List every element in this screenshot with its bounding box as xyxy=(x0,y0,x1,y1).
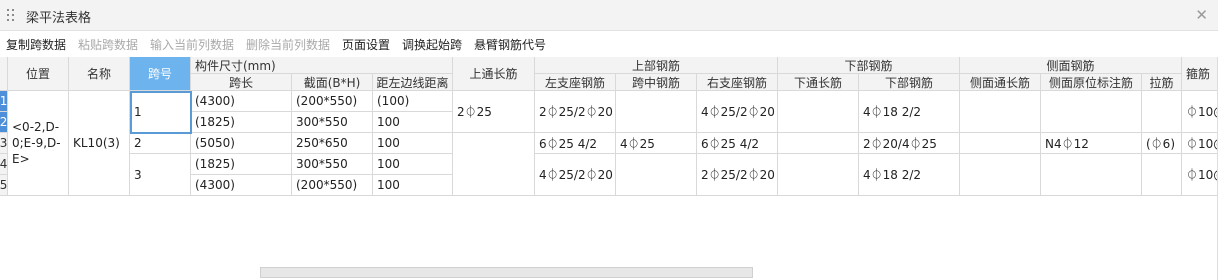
distance-cell[interactable]: 100 xyxy=(373,175,453,196)
toolbar: 复制跨数据 粘贴跨数据 输入当前列数据 删除当前列数据 页面设置 调换起始跨 悬… xyxy=(0,31,1218,57)
beam-position-cell[interactable]: <0-2,D-0;E-9,D-E> xyxy=(8,91,69,196)
side-original-cell[interactable] xyxy=(1041,91,1142,133)
tie-bar-cell[interactable] xyxy=(1142,154,1182,196)
copy-span-data-button[interactable]: 复制跨数据 xyxy=(6,36,66,53)
header-bottom-group: 下部钢筋 xyxy=(778,57,960,74)
header-span-length[interactable]: 跨长 xyxy=(191,74,292,91)
side-through-cell[interactable] xyxy=(960,133,1041,154)
span-length-cell[interactable]: (4300) xyxy=(191,175,292,196)
distance-cell[interactable]: 100 xyxy=(373,154,453,175)
row-number[interactable]: 3 xyxy=(0,133,8,154)
header-section[interactable]: 截面(B*H) xyxy=(292,74,373,91)
drag-grip-icon[interactable] xyxy=(7,9,15,22)
header-dim-group: 构件尺寸(mm) xyxy=(191,57,453,74)
header-side-original[interactable]: 侧面原位标注筋 xyxy=(1041,74,1142,91)
bottom-bar-cell[interactable]: 4⏀18 2/2 xyxy=(859,154,960,196)
section-cell[interactable]: (200*550) xyxy=(292,175,373,196)
header-top-group: 上部钢筋 xyxy=(535,57,778,74)
side-through-cell[interactable] xyxy=(960,154,1041,196)
right-support-cell[interactable]: 6⏀25 4/2 xyxy=(697,133,778,154)
title-bar: 梁平法表格 ✕ xyxy=(0,0,1218,31)
header-right-support[interactable]: 右支座钢筋 xyxy=(697,74,778,91)
stirrup-cell[interactable]: ⏀10@ xyxy=(1182,154,1218,196)
span-length-cell[interactable]: (1825) xyxy=(191,112,292,133)
header-stirrup[interactable]: 箍筋 xyxy=(1182,57,1218,91)
row-number[interactable]: 2 xyxy=(0,112,8,133)
top-through-cell[interactable]: 2⏀25 xyxy=(453,91,535,133)
side-original-cell[interactable] xyxy=(1041,154,1142,196)
bottom-through-cell[interactable] xyxy=(778,133,859,154)
tie-bar-cell[interactable] xyxy=(1142,91,1182,133)
header-bottom-through[interactable]: 下通长筋 xyxy=(778,74,859,91)
left-support-cell[interactable]: 2⏀25/2⏀20 xyxy=(535,91,616,133)
mid-span-cell[interactable]: 4⏀25 xyxy=(616,133,697,154)
span-no-cell[interactable]: 2 xyxy=(130,133,191,154)
header-name[interactable]: 名称 xyxy=(69,57,130,91)
stirrup-cell[interactable]: ⏀10@ xyxy=(1182,133,1218,154)
header-position[interactable]: 位置 xyxy=(8,57,69,91)
window-title: 梁平法表格 xyxy=(26,11,92,26)
beam-name-cell[interactable]: KL10(3) xyxy=(69,91,130,196)
row-number[interactable]: 1 xyxy=(0,91,8,112)
header-bottom-bar[interactable]: 下部钢筋 xyxy=(859,74,960,91)
header-mid-span[interactable]: 跨中钢筋 xyxy=(616,74,697,91)
header-tie-bar[interactable]: 拉筋 xyxy=(1142,74,1182,91)
paste-span-data-button[interactable]: 粘贴跨数据 xyxy=(78,36,138,53)
span-length-cell[interactable]: (5050) xyxy=(191,133,292,154)
horizontal-scrollbar[interactable] xyxy=(260,267,753,278)
section-cell[interactable]: 250*650 xyxy=(292,133,373,154)
input-column-data-button[interactable]: 输入当前列数据 xyxy=(150,36,234,53)
bottom-bar-cell[interactable]: 2⏀20/4⏀25 xyxy=(859,133,960,154)
mid-span-cell[interactable] xyxy=(616,154,697,196)
section-cell[interactable]: (200*550) xyxy=(292,91,373,112)
corner-cell xyxy=(0,57,8,91)
bottom-bar-cell[interactable]: 4⏀18 2/2 xyxy=(859,91,960,133)
mid-span-cell[interactable] xyxy=(616,91,697,133)
section-cell[interactable]: 300*550 xyxy=(292,112,373,133)
bottom-through-cell[interactable] xyxy=(778,91,859,133)
top-through-cell[interactable] xyxy=(453,133,535,196)
swap-start-span-button[interactable]: 调换起始跨 xyxy=(402,36,462,53)
header-span-no[interactable]: 跨号 xyxy=(130,57,191,91)
close-icon[interactable]: ✕ xyxy=(1195,6,1208,24)
header-top-through[interactable]: 上通长筋 xyxy=(453,57,535,91)
tie-bar-cell[interactable]: (⏀6) xyxy=(1142,133,1182,154)
distance-cell[interactable]: 100 xyxy=(373,112,453,133)
left-support-cell[interactable]: 4⏀25/2⏀20 xyxy=(535,154,616,196)
beam-table: 位置 名称 跨号 构件尺寸(mm) 跨长 截面(B*H) 距左边线距离 上通长筋… xyxy=(0,57,1218,197)
page-setup-button[interactable]: 页面设置 xyxy=(342,36,390,53)
distance-cell[interactable]: 100 xyxy=(373,133,453,154)
left-support-cell[interactable]: 6⏀25 4/2 xyxy=(535,133,616,154)
delete-column-data-button[interactable]: 删除当前列数据 xyxy=(246,36,330,53)
side-through-cell[interactable] xyxy=(960,91,1041,133)
section-cell[interactable]: 300*550 xyxy=(292,154,373,175)
side-original-cell[interactable]: N4⏀12 xyxy=(1041,133,1142,154)
header-distance-left[interactable]: 距左边线距离 xyxy=(373,74,453,91)
span-length-cell[interactable]: (4300) xyxy=(191,91,292,112)
span-no-cell[interactable]: 3 xyxy=(130,154,191,196)
span-length-cell[interactable]: (1825) xyxy=(191,154,292,175)
distance-cell[interactable]: (100) xyxy=(373,91,453,112)
row-number[interactable]: 4 xyxy=(0,154,8,175)
row-number[interactable]: 5 xyxy=(0,175,8,196)
bottom-through-cell[interactable] xyxy=(778,154,859,196)
header-side-group: 侧面钢筋 xyxy=(960,57,1182,74)
header-left-support[interactable]: 左支座钢筋 xyxy=(535,74,616,91)
stirrup-cell[interactable]: ⏀10@ xyxy=(1182,91,1218,133)
cantilever-rebar-code-button[interactable]: 悬臂钢筋代号 xyxy=(474,36,546,53)
cell-selection-outline xyxy=(130,91,192,134)
right-support-cell[interactable]: 4⏀25/2⏀20 xyxy=(697,91,778,133)
right-support-cell[interactable]: 2⏀25/2⏀20 xyxy=(697,154,778,196)
header-side-through[interactable]: 侧面通长筋 xyxy=(960,74,1041,91)
